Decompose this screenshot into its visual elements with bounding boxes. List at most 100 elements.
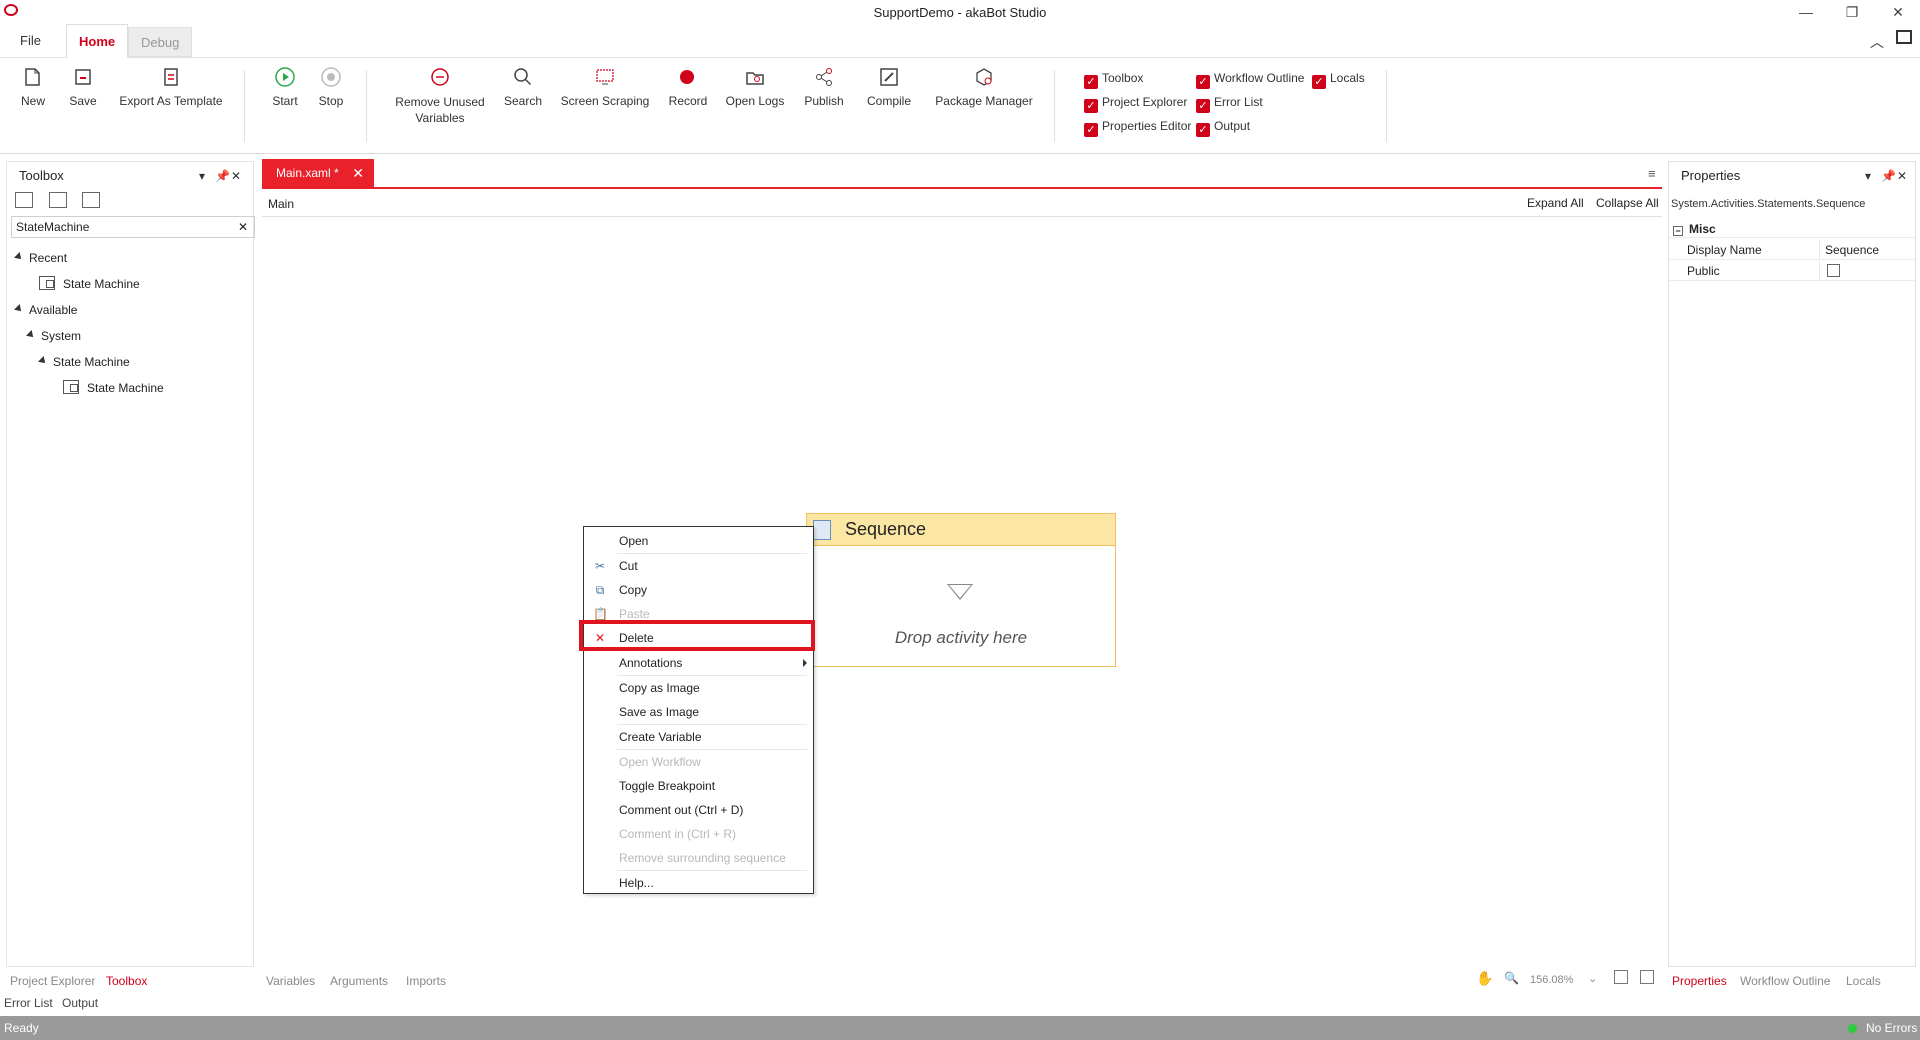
tree-recent[interactable]: Recent <box>14 248 67 268</box>
tab-variables[interactable]: Variables <box>266 974 315 988</box>
menu-item-open[interactable]: Open <box>584 530 813 552</box>
menu-item-cut[interactable]: ✂ Cut <box>584 555 813 577</box>
menu-item-save-as-image[interactable]: Save as Image <box>584 701 813 723</box>
tab-home[interactable]: Home <box>66 24 129 59</box>
zoom-dropdown-icon[interactable]: ⌄ <box>1588 972 1597 985</box>
close-icon[interactable]: ✕ <box>231 162 241 190</box>
menu-item-copy[interactable]: ⧉ Copy <box>584 579 813 601</box>
expand-all-icon[interactable] <box>15 192 33 208</box>
minimize-icon[interactable]: — <box>1786 2 1826 22</box>
stop-button[interactable]: Stop <box>314 66 348 108</box>
tab-error-list[interactable]: Error List <box>4 996 53 1010</box>
toolbox-search-input[interactable]: StateMachine ✕ <box>11 216 255 238</box>
search-button[interactable]: Search <box>504 66 542 108</box>
property-type-name: System.Activities.Statements.Sequence <box>1671 198 1866 210</box>
tree-system[interactable]: System <box>26 326 81 346</box>
remove-unused-variables-button[interactable]: Remove Unused Variables <box>392 66 488 126</box>
menu-item-comment-out[interactable]: Comment out (Ctrl + D) <box>584 799 813 821</box>
feedback-icon[interactable] <box>1896 30 1912 44</box>
output-checkbox[interactable]: ✓ Output <box>1196 118 1250 137</box>
document-list-icon[interactable]: ≡ <box>1648 166 1656 181</box>
tab-arguments[interactable]: Arguments <box>330 974 388 988</box>
close-tab-icon[interactable]: ✕ <box>352 159 364 187</box>
menu-item-create-variable[interactable]: Create Variable <box>584 726 813 748</box>
overview-map-icon[interactable] <box>1640 970 1654 984</box>
tab-imports[interactable]: Imports <box>406 974 446 988</box>
tree-item-state-machine[interactable]: State Machine <box>63 378 164 398</box>
status-bar: Ready No Errors <box>0 1016 1920 1040</box>
error-status[interactable]: No Errors <box>1866 1016 1917 1040</box>
save-button[interactable]: Save <box>66 66 100 108</box>
new-button[interactable]: New <box>16 66 50 108</box>
toolbox-checkbox[interactable]: ✓ Toolbox <box>1084 70 1143 89</box>
drop-activity-placeholder[interactable]: Drop activity here <box>807 628 1115 648</box>
tab-workflow-outline[interactable]: Workflow Outline <box>1740 974 1830 988</box>
expand-all-link[interactable]: Expand All <box>1527 196 1584 210</box>
menu-label: Save as Image <box>619 705 700 719</box>
menu-item-comment-in[interactable]: Comment in (Ctrl + R) <box>584 823 813 845</box>
screen-scraping-button[interactable]: Screen Scraping <box>560 66 650 108</box>
folder-icon <box>746 72 764 85</box>
sequence-activity[interactable]: Sequence Drop activity here <box>806 513 1116 667</box>
open-logs-button[interactable]: Open Logs <box>724 66 786 108</box>
project-explorer-checkbox-label: Project Explorer <box>1102 95 1188 109</box>
tab-debug[interactable]: Debug <box>128 27 193 57</box>
tree-state-machine-group[interactable]: State Machine <box>38 352 130 372</box>
tab-project-explorer[interactable]: Project Explorer <box>10 974 95 988</box>
menu-item-open-workflow[interactable]: Open Workflow <box>584 751 813 773</box>
collapse-all-icon[interactable] <box>48 192 67 208</box>
dropdown-icon[interactable]: ▾ <box>199 162 205 190</box>
menu-item-toggle-breakpoint[interactable]: Toggle Breakpoint <box>584 775 813 797</box>
export-template-button[interactable]: Export As Template <box>116 66 226 108</box>
collapse-ribbon-icon[interactable]: ︿ <box>1870 32 1884 52</box>
tree-item-state-machine-recent[interactable]: State Machine <box>39 274 140 294</box>
zoom-level[interactable]: 156.08% <box>1530 974 1573 986</box>
properties-editor-checkbox[interactable]: ✓ Properties Editor <box>1084 118 1191 137</box>
tab-properties[interactable]: Properties <box>1672 974 1727 988</box>
clear-search-icon[interactable]: ✕ <box>238 217 248 237</box>
tab-locals[interactable]: Locals <box>1846 974 1881 988</box>
collapse-category-icon[interactable]: − <box>1673 226 1683 236</box>
pin-icon[interactable]: 📌 <box>1881 162 1896 190</box>
start-button[interactable]: Start <box>268 66 302 108</box>
menu-label: Toggle Breakpoint <box>619 779 716 793</box>
workflow-outline-checkbox[interactable]: ✓ Workflow Outline <box>1196 70 1304 89</box>
public-checkbox[interactable] <box>1827 264 1840 277</box>
locals-checkbox[interactable]: ✓ Locals <box>1312 70 1365 89</box>
tab-file[interactable]: File <box>8 24 53 58</box>
fit-to-screen-icon[interactable] <box>1614 970 1628 984</box>
restore-icon[interactable]: ❐ <box>1832 2 1872 22</box>
menu-item-remove-surrounding-sequence[interactable]: Remove surrounding sequence <box>584 847 813 869</box>
breadcrumb[interactable]: Main <box>268 197 294 211</box>
list-icon[interactable] <box>82 192 101 208</box>
share-icon <box>816 68 832 86</box>
record-button[interactable]: Record <box>668 66 708 108</box>
tree-available[interactable]: Available <box>14 300 77 320</box>
display-name-field[interactable]: Sequence <box>1825 240 1879 260</box>
sequence-header[interactable]: Sequence <box>807 514 1115 546</box>
record-label: Record <box>668 94 708 108</box>
check-icon: ✓ <box>1196 123 1210 137</box>
close-window-icon[interactable]: ✕ <box>1878 2 1918 22</box>
dropdown-icon[interactable]: ▾ <box>1865 162 1871 190</box>
error-list-checkbox[interactable]: ✓ Error List <box>1196 94 1263 113</box>
hand-pan-icon[interactable]: ✋ <box>1476 970 1493 987</box>
close-icon[interactable]: ✕ <box>1897 162 1907 190</box>
property-category-misc[interactable]: − Misc <box>1669 220 1915 238</box>
zoom-icon[interactable]: 🔍 <box>1504 971 1519 985</box>
collapse-all-link[interactable]: Collapse All <box>1596 196 1659 210</box>
tab-main-xaml[interactable]: Main.xaml * ✕ <box>262 159 374 187</box>
publish-button[interactable]: Publish <box>802 66 846 108</box>
check-icon: ✓ <box>1312 75 1326 89</box>
compile-button[interactable]: Compile <box>864 66 914 108</box>
project-explorer-checkbox[interactable]: ✓ Project Explorer <box>1084 94 1188 113</box>
properties-header: Properties ▾ 📌 ✕ <box>1669 162 1915 190</box>
menu-item-annotations[interactable]: Annotations <box>584 652 813 674</box>
doc-tab-label: Main.xaml * <box>276 166 339 180</box>
package-manager-button[interactable]: Package Manager <box>932 66 1036 108</box>
tab-output[interactable]: Output <box>62 996 98 1010</box>
menu-item-help[interactable]: Help... <box>584 872 813 894</box>
tab-toolbox[interactable]: Toolbox <box>106 974 147 988</box>
menu-item-copy-as-image[interactable]: Copy as Image <box>584 677 813 699</box>
pin-icon[interactable]: 📌 <box>215 162 230 190</box>
